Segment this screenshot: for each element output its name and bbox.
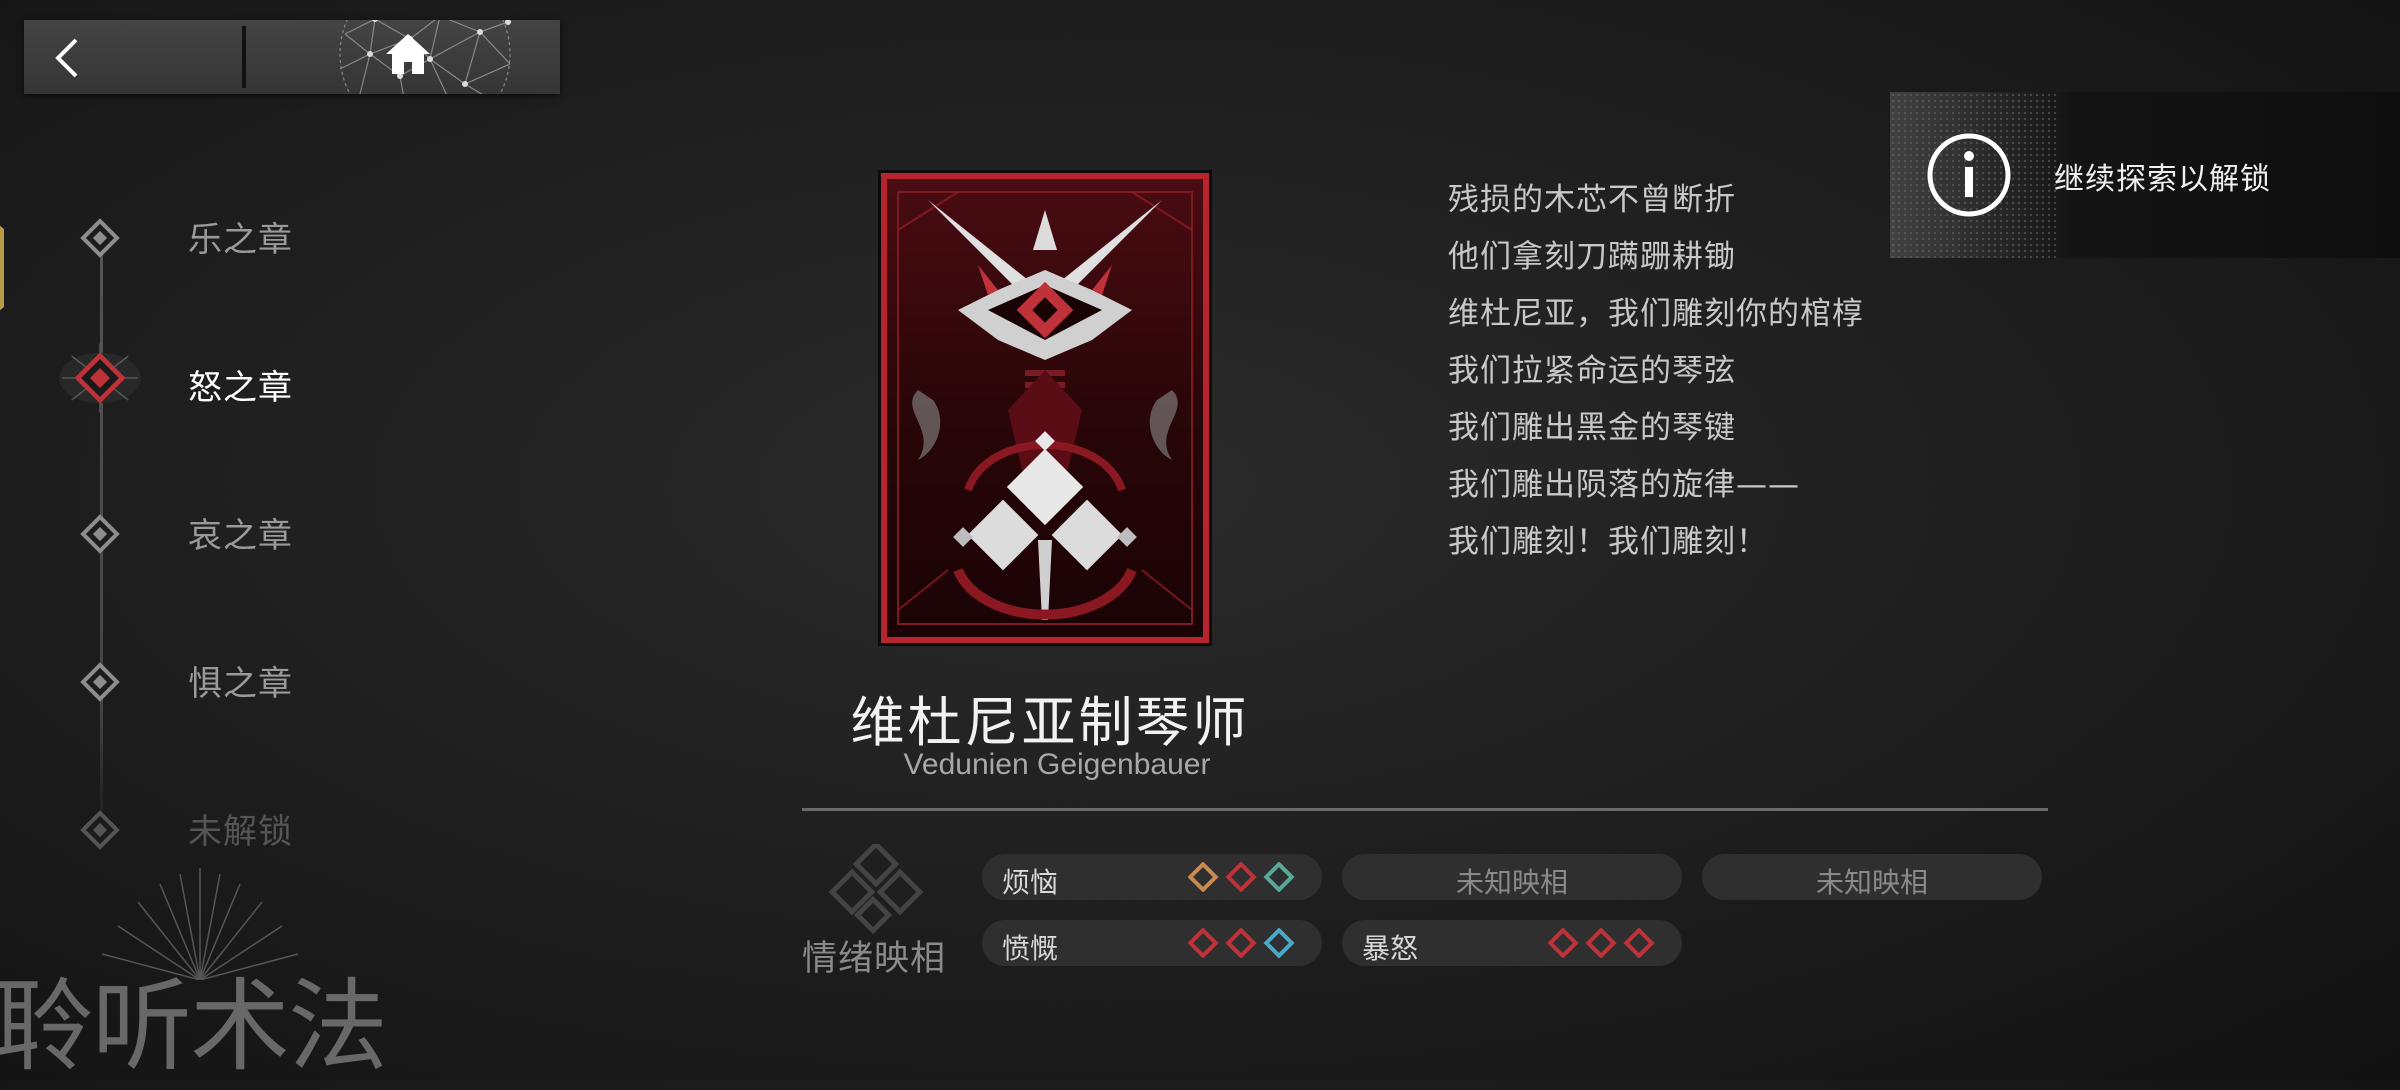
emotion-label: 愤慨 (1002, 932, 1059, 965)
diamond-node-icon (80, 662, 120, 702)
poem-line: 他们拿刻刀蹒跚耕锄 (1448, 239, 1736, 275)
poem-line: 残损的木芯不曾断折 (1448, 182, 1736, 218)
character-card[interactable] (878, 170, 1212, 646)
poem-line: 我们拉紧命运的琴弦 (1448, 353, 1736, 389)
chevron-left-icon (55, 38, 78, 78)
active-diamond-node-icon (59, 343, 141, 413)
emotion-pill-unknown: 未知映相 (1342, 854, 1682, 900)
poem-text: 残损的木芯不曾断折 他们拿刻刀蹒跚耕锄 维杜尼亚，我们雕刻你的棺椁 我们拉紧命运… (1448, 178, 1864, 577)
emotion-label: 烦恼 (1002, 866, 1059, 899)
character-name-cn: 维杜尼亚制琴师 (850, 691, 1250, 754)
emotion-label: 未知映相 (1455, 866, 1568, 899)
emotion-gems-icon (1188, 862, 1295, 892)
watermark-title: 聆听术法 (0, 968, 388, 1085)
chapter-label: 哀之章 (188, 516, 293, 556)
chapter-item-fear[interactable]: 惧之章 (60, 646, 360, 706)
emotion-pill-annoyance[interactable]: 烦恼 (982, 854, 1322, 900)
emotion-diamonds-icon (828, 844, 924, 934)
poem-line: 维杜尼亚，我们雕刻你的棺椁 (1448, 296, 1864, 332)
diamond-node-icon (80, 810, 120, 850)
unlock-hint-text: 继续探索以解锁 (2054, 162, 2271, 197)
back-button[interactable] (24, 20, 242, 94)
emotion-pill-indignation[interactable]: 愤慨 (982, 920, 1322, 966)
emotion-pill-unknown: 未知映相 (1702, 854, 2042, 900)
active-chapter-marker (0, 225, 4, 311)
emotion-gems-icon (1548, 928, 1655, 958)
emotion-pill-rage[interactable]: 暴怒 (1342, 920, 1682, 966)
character-name-en: Vedunien Geigenbauer (903, 748, 1211, 781)
chapter-label: 乐之章 (188, 220, 293, 260)
info-icon (1927, 133, 2011, 217)
diamond-node-icon (80, 218, 120, 258)
emotion-gems-icon (1188, 928, 1295, 958)
character-card-art (881, 173, 1209, 643)
chapter-item-locked: 未解锁 (60, 794, 360, 854)
emotion-label: 暴怒 (1362, 932, 1419, 965)
home-icon (386, 34, 430, 74)
chapter-item-anger[interactable]: 怒之章 (59, 343, 360, 413)
emotion-section-title: 情绪映相 (802, 939, 947, 979)
chapter-label: 怒之章 (188, 368, 293, 408)
top-nav-bar (24, 20, 560, 94)
poem-line: 我们雕出陨落的旋律—— (1448, 467, 1800, 503)
diamond-node-icon (80, 514, 120, 554)
unlock-hint-panel[interactable]: 继续探索以解锁 (1890, 92, 2400, 258)
emotion-label: 未知映相 (1815, 866, 1928, 899)
chapter-label: 惧之章 (188, 664, 293, 704)
poem-line: 我们雕刻！我们雕刻！ (1448, 524, 1768, 560)
chapter-item-sorrow[interactable]: 哀之章 (60, 498, 360, 558)
home-button[interactable] (246, 20, 560, 94)
poem-line: 我们雕出黑金的琴键 (1448, 410, 1736, 446)
section-divider (802, 808, 2048, 811)
chapter-label: 未解锁 (188, 812, 293, 852)
chapter-item-joy[interactable]: 乐之章 (60, 202, 360, 262)
